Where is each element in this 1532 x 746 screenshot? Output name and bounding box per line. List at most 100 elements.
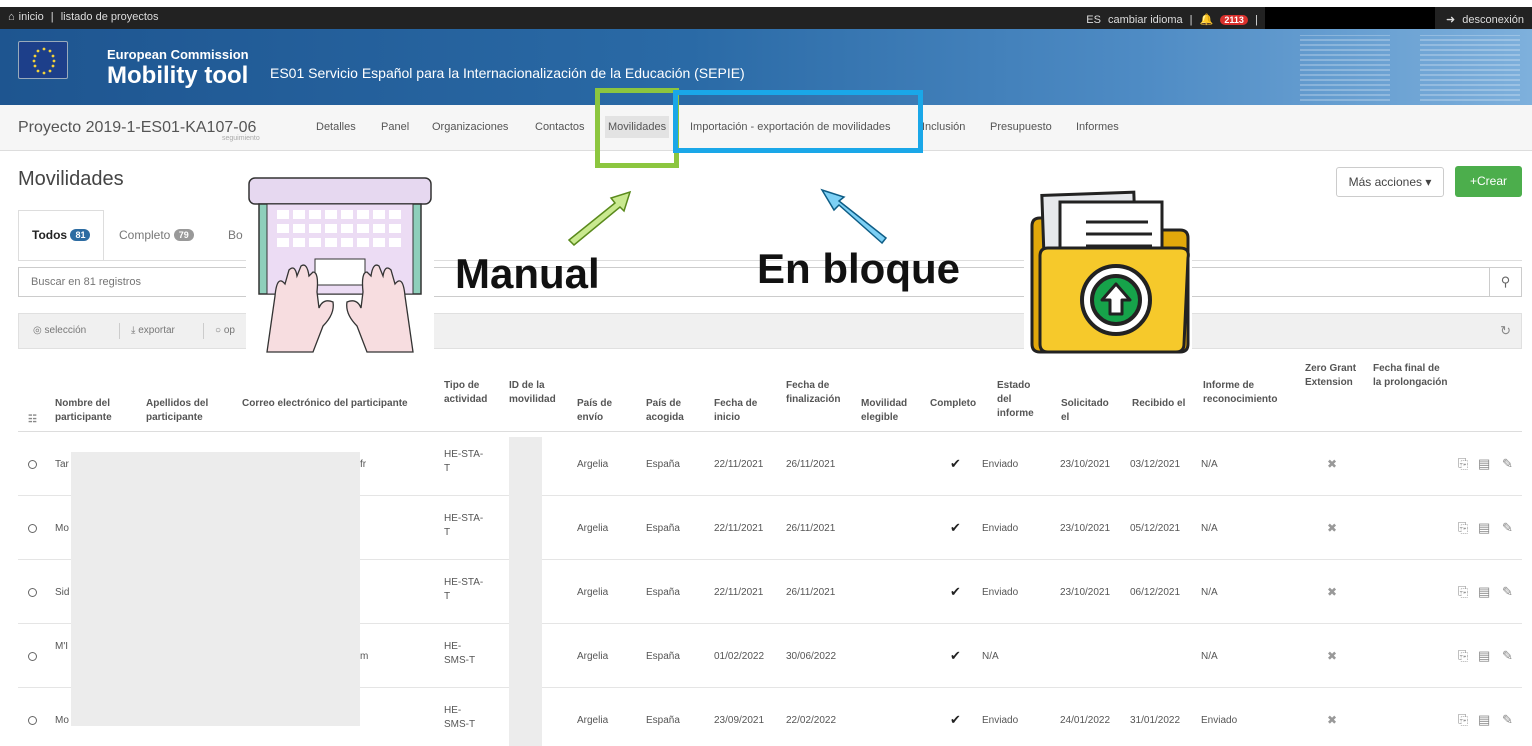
cell-requested: 23/10/2021 [1060,587,1111,598]
cell-host: España [646,523,680,534]
filter-tab-todos[interactable]: Todos 81 [32,228,91,242]
cell-host: España [646,715,680,726]
change-language-link[interactable]: cambiar idioma [1108,14,1183,26]
projects-link[interactable]: listado de proyectos [61,11,159,23]
count-badge: 81 [70,229,91,241]
refresh-icon[interactable]: ↻ [1500,323,1511,339]
label-bulk: En bloque [757,245,960,292]
count-badge: 79 [173,229,194,241]
cell-name: Mo [55,715,69,726]
view-icon[interactable]: ▤ [1478,712,1490,728]
view-icon[interactable]: ▤ [1478,584,1490,600]
cell-end: 26/11/2021 [786,587,836,598]
cell-status: N/A [982,651,999,662]
home-icon[interactable]: ⌂ [8,11,15,23]
tab-organizaciones[interactable]: Organizaciones [432,121,508,133]
view-icon[interactable]: ▤ [1478,456,1490,472]
cell-status: Enviado [982,523,1019,534]
col-estado[interactable]: Estado del informe [997,379,1042,421]
cell-status: Enviado [982,587,1019,598]
cell-zero: ✖ [1327,713,1338,727]
col-apellidos[interactable]: Apellidos del participante [146,397,226,425]
label-manual: Manual [455,250,600,297]
col-correo[interactable]: Correo electrónico del participante [242,397,442,411]
cell-zero: ✖ [1327,649,1338,663]
tab-informes[interactable]: Informes [1076,121,1119,133]
search-icon[interactable]: ⚲ [1489,268,1521,296]
more-actions-button[interactable]: Más acciones ▾ [1336,167,1444,197]
divider [203,323,204,339]
plus-icon: + [1469,174,1477,188]
copy-icon[interactable]: ⎘ [1458,712,1468,728]
home-link[interactable]: inicio [19,11,44,23]
cell-received: 31/01/2022 [1130,715,1181,726]
cell-received: 06/12/2021 [1130,587,1181,598]
col-recibido[interactable]: Recibido el [1132,397,1187,411]
copy-icon[interactable]: ⎘ [1458,456,1468,472]
grid-icon[interactable]: ☷ [28,413,37,427]
view-icon[interactable]: ▤ [1478,520,1490,536]
col-solicitado[interactable]: Solicitado el [1061,397,1116,425]
filter-tab-borrador[interactable]: Bo [228,228,243,242]
tab-detalles[interactable]: Detalles [316,121,356,133]
copy-icon[interactable]: ⎘ [1458,584,1468,600]
view-icon[interactable]: ▤ [1478,648,1490,664]
cell-complete: ✔ [950,520,961,535]
edit-icon[interactable]: ✎ [1502,648,1513,664]
table-toolbar: ◎ selección ⤓ exportar ○ op ↻ [18,313,1522,349]
tab-inclusion[interactable]: Inclusión [922,121,965,133]
col-elegible[interactable]: Movilidad elegible [861,397,921,425]
col-inicio[interactable]: Fecha de inicio [714,397,769,425]
cell-recog: N/A [1201,459,1218,470]
row-select-radio[interactable] [28,524,37,533]
logout-link[interactable]: desconexión [1462,14,1524,26]
cell-type: HE-SMS-T [444,641,476,666]
col-id[interactable]: ID de la movilidad [509,379,569,407]
separator: | [1254,13,1258,26]
copy-icon[interactable]: ⎘ [1458,520,1468,536]
edit-icon[interactable]: ✎ [1502,456,1513,472]
edit-icon[interactable]: ✎ [1502,712,1513,728]
edit-icon[interactable]: ✎ [1502,584,1513,600]
copy-icon[interactable]: ⎘ [1458,648,1468,664]
col-nombre[interactable]: Nombre del participante [55,397,135,425]
col-tipo[interactable]: Tipo de actividad [444,379,494,407]
caret-down-icon: ▾ [1425,175,1432,189]
tab-contactos[interactable]: Contactos [535,121,585,133]
col-fecha-prolongacion[interactable]: Fecha final de la prolongación [1373,362,1448,390]
create-button[interactable]: +Crear [1455,166,1522,197]
col-envio[interactable]: País de envío [577,397,627,425]
tab-panel[interactable]: Panel [381,121,409,133]
row-select-radio[interactable] [28,460,37,469]
cell-send: Argelia [577,523,609,534]
create-label: Crear [1477,174,1508,188]
options-button[interactable]: ○ op [215,325,235,336]
cell-received: 05/12/2021 [1130,523,1181,534]
cell-complete: ✔ [950,584,961,599]
cell-recog: N/A [1201,523,1218,534]
tab-presupuesto[interactable]: Presupuesto [990,121,1052,133]
col-fin[interactable]: Fecha de finalización [786,379,856,407]
col-zero-grant[interactable]: Zero Grant Extension [1305,362,1360,390]
bell-icon[interactable]: 🔔 [1200,14,1214,26]
export-button[interactable]: ⤓ exportar [131,325,175,336]
filter-tab-completo[interactable]: Completo 79 [119,228,194,242]
search-input[interactable] [19,268,1489,296]
select-button[interactable]: ◎ selección [33,325,86,336]
cell-recog: Enviado [1201,715,1238,726]
project-title: Proyecto 2019-1-ES01-KA107-06 [18,119,257,136]
cell-email: fr [360,459,367,470]
row-select-radio[interactable] [28,652,37,661]
tab-label: Todos [32,228,68,242]
cell-start: 22/11/2021 [714,523,764,534]
cell-name: Sid [55,587,70,598]
row-select-radio[interactable] [28,588,37,597]
col-acogida[interactable]: País de acogida [646,397,696,425]
col-reconocimiento[interactable]: Informe de reconocimiento [1203,379,1293,407]
col-completo[interactable]: Completo [930,397,990,411]
edit-icon[interactable]: ✎ [1502,520,1513,536]
row-select-radio[interactable] [28,716,37,725]
logout-icon[interactable]: ➜ [1446,14,1455,26]
cell-name: Mo [55,523,69,534]
notification-badge[interactable]: 2113 [1220,14,1248,25]
